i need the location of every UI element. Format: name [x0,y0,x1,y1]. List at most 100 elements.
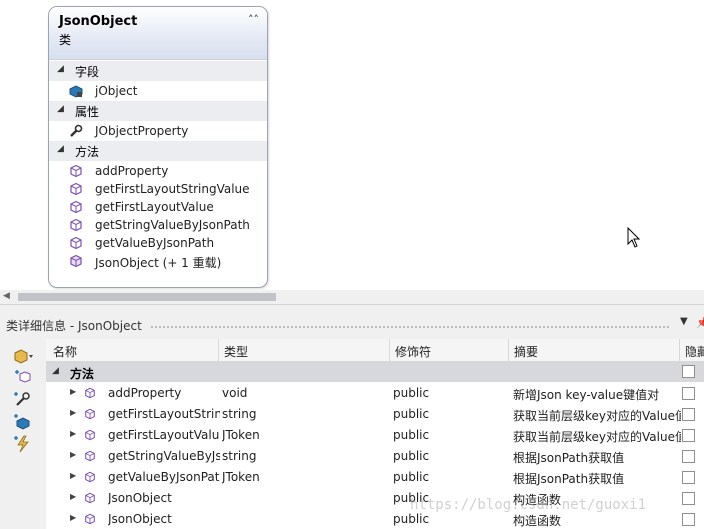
column-header-hidden[interactable]: 隐藏 [685,343,704,360]
column-divider[interactable] [679,339,680,361]
column-divider[interactable] [218,339,219,361]
cell-summary[interactable]: 获取当前层级key对应的Value值 [513,428,681,445]
cell-name[interactable]: getStringValueByJsonPath [108,449,220,463]
collapse-triangle-icon[interactable]: ◢ [57,104,64,114]
cell-modifier[interactable]: public [393,407,505,421]
cell-summary[interactable]: 根据JsonPath获取值 [513,470,681,487]
class-member[interactable]: getFirstLayoutStringValue [49,180,267,198]
cell-name[interactable]: getValueByJsonPath [108,470,220,484]
cell-type[interactable]: void [222,386,388,400]
cell-type[interactable]: string [222,449,388,463]
method-cube-icon [69,182,83,196]
collapse-triangle-icon[interactable]: ◢ [52,366,59,376]
column-header-name[interactable]: 名称 [53,343,77,360]
add-property-icon[interactable] [12,391,34,409]
method-cube-icon [84,471,96,483]
column-header-summary[interactable]: 摘要 [514,343,538,360]
method-cube-icon [69,236,83,250]
member-label: JObjectProperty [95,124,189,138]
class-member[interactable]: JObjectProperty [49,122,267,140]
expand-arrow-icon[interactable]: ▶ [70,408,76,417]
new-member-icon[interactable] [12,347,34,365]
expand-arrow-icon[interactable]: ▶ [70,492,76,501]
hide-member-checkbox[interactable] [682,513,695,526]
cell-summary[interactable]: 根据JsonPath获取值 [513,449,681,466]
cell-modifier[interactable]: public [393,512,505,526]
expand-arrow-icon[interactable]: ▶ [70,387,76,396]
column-header-modifier[interactable]: 修饰符 [395,343,431,360]
panel-title: 类详细信息 - JsonObject [6,319,142,333]
class-member[interactable]: addProperty [49,162,267,180]
expand-arrow-icon[interactable]: ▶ [70,450,76,459]
scroll-left-arrow-icon[interactable]: ◀ [3,291,10,301]
hide-member-checkbox[interactable] [682,429,695,442]
column-divider[interactable] [508,339,509,361]
method-cube-icon [84,450,96,462]
cell-type[interactable]: JToken [222,470,388,484]
hide-group-checkbox[interactable] [682,365,695,378]
expand-arrow-icon[interactable]: ▶ [70,513,76,522]
column-divider[interactable] [389,339,390,361]
cell-name[interactable]: JsonObject [108,491,220,505]
add-event-icon[interactable] [12,435,34,453]
class-member[interactable]: JsonObject (+ 1 重载) [49,252,267,270]
member-row[interactable]: ▶ getValueByJsonPath JToken public 根据JsonPat… [46,467,704,488]
column-header-type[interactable]: 类型 [224,343,248,360]
class-member[interactable]: jObject [49,82,267,100]
compartment-header[interactable]: ◢ 属性 [49,100,267,122]
cell-modifier[interactable]: public [393,449,505,463]
cell-name[interactable]: getFirstLayoutValue [108,428,220,442]
cell-modifier[interactable]: public [393,428,505,442]
compartment-header[interactable]: ◢ 方法 [49,140,267,162]
member-row[interactable]: ▶ getStringValueByJsonPathstring public 根据J… [46,446,704,467]
class-member[interactable]: getValueByJsonPath [49,234,267,252]
member-row[interactable]: ▶ addProperty void public 新增Json key-value键值… [46,383,704,404]
panel-title-bar: 类详细信息 - JsonObject ▼ 📌 [0,315,704,333]
class-member[interactable]: getStringValueByJsonPath [49,216,267,234]
cell-type[interactable]: string [222,407,388,421]
scrollbar-thumb[interactable] [18,293,276,301]
collapse-triangle-icon[interactable]: ◢ [57,64,64,74]
cell-name[interactable]: addProperty [108,386,220,400]
class-shape-jsonobject[interactable]: JsonObject 类 ˄˄ ◢ 字段 jObject ◢ 属性 JObjectProp… [48,6,268,288]
hide-member-checkbox[interactable] [682,492,695,505]
member-row[interactable]: ▶ getFirstLayoutStringValuestring public 获取… [46,404,704,425]
hide-member-checkbox[interactable] [682,471,695,484]
cell-type[interactable]: JToken [222,428,388,442]
method-cube-icon [84,492,96,504]
cell-name[interactable]: JsonObject [108,512,220,526]
group-row-methods[interactable]: ◢ 方法 [46,362,704,382]
panel-dropdown-icon[interactable]: ▼ [680,316,688,327]
compartment-title: 字段 [75,65,100,79]
title-grip[interactable] [150,325,670,329]
compartment-title: 属性 [75,105,100,119]
method-cube-icon [69,218,83,232]
class-diagram-canvas[interactable]: JsonObject 类 ˄˄ ◢ 字段 jObject ◢ 属性 JObjectProp… [0,0,704,290]
method-cube-icon [84,408,96,420]
method-cube-icon [69,200,83,214]
expand-arrow-icon[interactable]: ▶ [70,471,76,480]
class-shape-header[interactable]: JsonObject 类 ˄˄ [49,7,267,60]
compartment-header[interactable]: ◢ 字段 [49,60,267,82]
hide-member-checkbox[interactable] [682,450,695,463]
cell-modifier[interactable]: public [393,470,505,484]
cell-summary[interactable]: 获取当前层级key对应的Value值 [513,407,681,424]
cell-modifier[interactable]: public [393,386,505,400]
canvas-horizontal-scrollbar[interactable]: ◀ [0,290,704,304]
collapse-triangle-icon[interactable]: ◢ [57,144,64,154]
class-details-panel: 类详细信息 - JsonObject ▼ 📌 名称 类型 修饰符 摘要 隐藏 ◢… [0,304,704,529]
expand-arrow-icon[interactable]: ▶ [70,429,76,438]
cell-summary[interactable]: 构造函数 [513,512,681,529]
add-method-icon[interactable] [12,369,34,387]
hide-member-checkbox[interactable] [682,408,695,421]
cell-name[interactable]: getFirstLayoutStringValue [108,407,220,421]
pin-icon[interactable]: 📌 [696,316,704,329]
add-field-icon[interactable] [12,413,34,431]
member-row[interactable]: ▶ getFirstLayoutValue JToken public 获取当前层级ke… [46,425,704,446]
cell-summary[interactable]: 新增Json key-value键值对 [513,386,681,403]
class-member[interactable]: getFirstLayoutValue [49,198,267,216]
wrench-property-icon [69,124,83,138]
hide-member-checkbox[interactable] [682,387,695,400]
collapse-chevron-icon[interactable]: ˄˄ [248,13,259,26]
mouse-cursor-icon [627,227,641,248]
